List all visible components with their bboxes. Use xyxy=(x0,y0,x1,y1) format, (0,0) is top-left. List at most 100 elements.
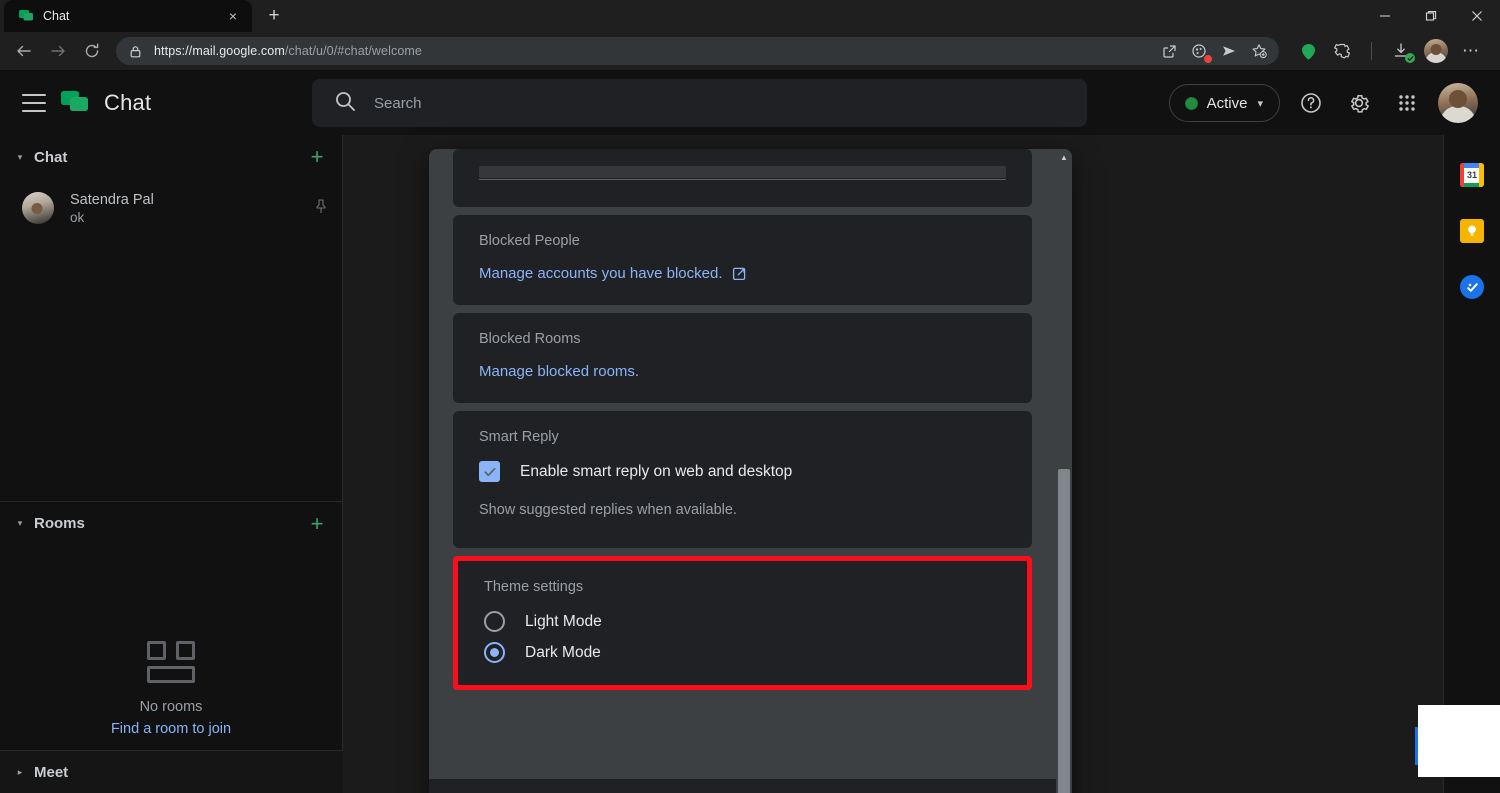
url-path: /chat/u/0/#chat/welcome xyxy=(284,44,422,58)
brand-area: Chat xyxy=(22,88,302,118)
contact-preview: ok xyxy=(70,209,85,225)
close-icon[interactable] xyxy=(1454,0,1500,32)
extensions-puzzle-icon[interactable] xyxy=(1189,41,1212,63)
add-chat-button[interactable]: + xyxy=(306,146,328,168)
lock-icon xyxy=(126,42,144,60)
radio-label: Dark Mode xyxy=(525,643,601,661)
checkbox-label: Enable smart reply on web and desktop xyxy=(520,462,793,480)
smart-reply-checkbox-row[interactable]: Enable smart reply on web and desktop xyxy=(479,461,1006,482)
radio-icon[interactable] xyxy=(484,611,505,632)
address-bar[interactable]: https://mail.google.com/chat/u/0/#chat/w… xyxy=(116,37,1279,65)
bookmark-star-icon[interactable] xyxy=(1249,41,1269,61)
account-avatar[interactable] xyxy=(1438,83,1478,123)
add-room-button[interactable]: + xyxy=(306,512,328,535)
side-panel-rail: 31 xyxy=(1443,135,1500,793)
sidebar: ▾ Chat + Satendra Pal ok ▾ Rooms + No ro… xyxy=(0,135,343,793)
close-icon[interactable]: × xyxy=(224,7,242,25)
smart-reply-note: Show suggested replies when available. xyxy=(479,502,737,518)
settings-card-smart-reply: Smart Reply Enable smart reply on web an… xyxy=(453,411,1032,548)
app-title: Chat xyxy=(104,90,152,115)
browser-tab-chat[interactable]: Chat × xyxy=(4,0,252,32)
sidebar-section-title: Meet xyxy=(34,763,69,781)
google-tasks-icon[interactable] xyxy=(1460,275,1484,299)
sidebar-section-chat[interactable]: ▾ Chat + xyxy=(0,135,342,179)
header-actions: Active ▾ xyxy=(1168,83,1486,123)
calendar-day-label: 31 xyxy=(1466,170,1477,180)
help-icon[interactable] xyxy=(1294,86,1328,120)
toolbar-divider xyxy=(1371,42,1372,60)
new-tab-button[interactable]: + xyxy=(260,2,288,30)
extension-icons: ⋯ xyxy=(1287,39,1492,63)
browser-window: Chat × + https://mail.google.com/chat/u/… xyxy=(0,0,1500,793)
list-item[interactable]: Satendra Pal ok xyxy=(0,179,342,237)
dialog-scrollbar[interactable]: ▲ ▼ xyxy=(1056,149,1072,793)
green-extension-icon[interactable] xyxy=(1297,40,1319,62)
status-badge[interactable]: Active ▾ xyxy=(1168,84,1280,122)
google-calendar-icon[interactable]: 31 xyxy=(1460,163,1484,187)
downloads-icon[interactable] xyxy=(1390,40,1415,63)
overlay-white-box xyxy=(1415,705,1500,777)
card-title: Blocked People xyxy=(479,233,580,249)
settings-scroll-area: Blocked People Manage accounts you have … xyxy=(429,149,1056,779)
status-label: Active xyxy=(1206,94,1248,112)
theme-option-light[interactable]: Light Mode xyxy=(484,611,1001,632)
back-icon[interactable] xyxy=(8,35,40,67)
scroll-up-arrow-icon[interactable]: ▲ xyxy=(1056,149,1072,165)
card-title: Theme settings xyxy=(484,579,584,595)
google-keep-icon[interactable] xyxy=(1460,219,1484,243)
forward-icon[interactable] xyxy=(42,35,74,67)
status-dot-icon xyxy=(1185,97,1197,109)
rooms-placeholder-icon xyxy=(147,641,195,683)
reload-icon[interactable] xyxy=(76,35,108,67)
sidebar-section-rooms[interactable]: ▾ Rooms + xyxy=(0,501,342,545)
link-label: Manage accounts you have blocked. xyxy=(479,265,723,282)
minimize-icon[interactable] xyxy=(1362,0,1408,32)
menu-icon[interactable] xyxy=(22,94,46,112)
apps-grid-icon[interactable] xyxy=(1390,86,1424,120)
chevron-right-icon[interactable]: ▸ xyxy=(12,767,28,778)
app-header: Chat Search Active ▾ xyxy=(0,71,1500,135)
link-label: Manage blocked rooms. xyxy=(479,363,640,380)
settings-card-blocked-people: Blocked People Manage accounts you have … xyxy=(453,215,1032,305)
pin-icon[interactable] xyxy=(314,198,328,218)
url-host: https://mail.google.com xyxy=(154,44,285,58)
contact-name: Satendra Pal xyxy=(70,191,154,208)
checkbox-icon[interactable] xyxy=(479,461,500,482)
settings-card-partial xyxy=(453,149,1032,207)
card-title: Blocked Rooms xyxy=(479,331,581,347)
list-item-text: Satendra Pal ok xyxy=(70,192,154,225)
manage-blocked-accounts-link[interactable]: Manage accounts you have blocked. xyxy=(479,265,747,282)
tab-strip: Chat × + xyxy=(0,0,1500,32)
settings-gear-icon[interactable] xyxy=(1342,86,1376,120)
sidebar-section-title: Chat xyxy=(34,148,68,166)
puzzle-extension-icon[interactable] xyxy=(1331,40,1353,62)
search-icon xyxy=(334,90,356,117)
window-controls xyxy=(1362,0,1500,32)
profile-avatar[interactable] xyxy=(1424,39,1448,63)
send-icon[interactable] xyxy=(1219,41,1239,61)
sidebar-section-title: Rooms xyxy=(34,515,85,532)
browser-toolbar: https://mail.google.com/chat/u/0/#chat/w… xyxy=(0,32,1500,71)
chevron-down-icon[interactable]: ▾ xyxy=(12,152,28,163)
open-in-side-panel-icon[interactable] xyxy=(1159,41,1179,61)
find-room-link[interactable]: Find a room to join xyxy=(111,721,231,737)
partial-field xyxy=(479,166,1006,180)
scrollbar-thumb[interactable] xyxy=(1058,469,1070,793)
settings-card-blocked-rooms: Blocked Rooms Manage blocked rooms. xyxy=(453,313,1032,403)
theme-option-dark[interactable]: Dark Mode xyxy=(484,642,1001,663)
url-text: https://mail.google.com/chat/u/0/#chat/w… xyxy=(154,44,422,58)
manage-blocked-rooms-link[interactable]: Manage blocked rooms. xyxy=(479,363,639,380)
search-input[interactable]: Search xyxy=(312,79,1087,127)
search-placeholder: Search xyxy=(374,94,422,112)
maximize-icon[interactable] xyxy=(1408,0,1454,32)
omnibox-actions xyxy=(1159,41,1273,63)
chevron-down-icon[interactable]: ▾ xyxy=(12,518,28,529)
more-menu-icon[interactable]: ⋯ xyxy=(1460,40,1482,62)
radio-label: Light Mode xyxy=(525,612,602,630)
chevron-down-icon: ▾ xyxy=(1257,97,1263,110)
avatar xyxy=(22,192,54,224)
chat-favicon xyxy=(18,8,34,24)
sidebar-section-meet[interactable]: ▸ Meet xyxy=(0,750,343,793)
settings-dialog: Blocked People Manage accounts you have … xyxy=(429,149,1072,793)
radio-icon-selected[interactable] xyxy=(484,642,505,663)
